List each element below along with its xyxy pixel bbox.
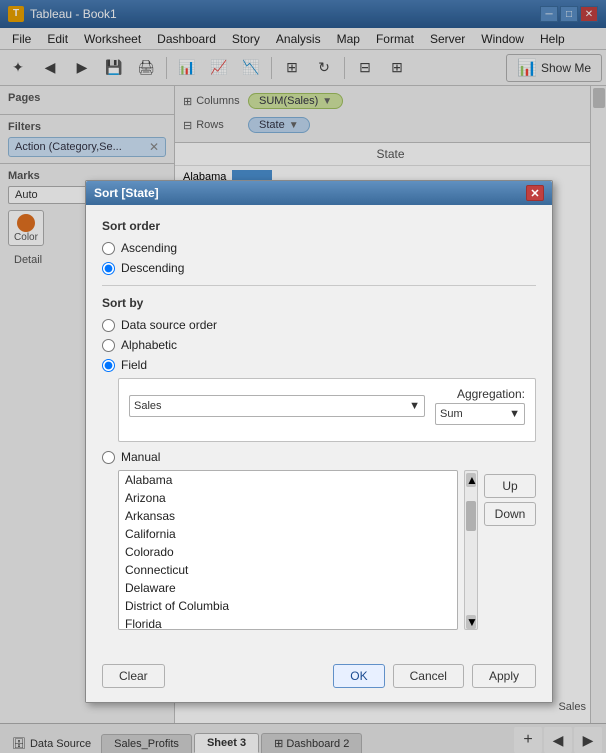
manual-radio-row: Manual — [102, 450, 536, 464]
alphabetic-label: Alphabetic — [121, 338, 177, 352]
dialog-footer: Clear OK Cancel Apply — [86, 654, 552, 702]
list-item[interactable]: Arkansas — [119, 507, 457, 525]
aggregation-value: Sum — [440, 408, 463, 420]
list-item[interactable]: District of Columbia — [119, 597, 457, 615]
dialog-overlay: Sort [State] ✕ Sort order Ascending Desc… — [0, 0, 606, 753]
cancel-button[interactable]: Cancel — [393, 664, 464, 688]
up-down-buttons: Up Down — [484, 470, 536, 630]
aggregation-group: Aggregation: Sum ▼ — [435, 387, 525, 425]
list-item[interactable]: Connecticut — [119, 561, 457, 579]
descending-radio-row: Descending — [102, 261, 536, 275]
ascending-radio[interactable] — [102, 242, 115, 255]
dialog-body: Sort order Ascending Descending Sort by … — [86, 205, 552, 654]
scroll-arrow-up: ▲ — [466, 473, 476, 487]
aggregation-label: Aggregation: — [457, 387, 525, 401]
list-item[interactable]: Colorado — [119, 543, 457, 561]
dialog-titlebar: Sort [State] ✕ — [86, 181, 552, 205]
descending-label: Descending — [121, 261, 184, 275]
scroll-thumb — [466, 501, 476, 531]
sort-order-section: Sort order Ascending Descending — [102, 219, 536, 275]
alphabetic-radio[interactable] — [102, 339, 115, 352]
field-label: Field — [121, 358, 147, 372]
field-subsection: Sales ▼ Aggregation: Sum ▼ — [118, 378, 536, 442]
dialog-close-button[interactable]: ✕ — [526, 185, 544, 201]
sort-dialog: Sort [State] ✕ Sort order Ascending Desc… — [85, 180, 553, 703]
aggregation-arrow: ▼ — [509, 408, 520, 420]
list-item[interactable]: Florida — [119, 615, 457, 630]
sort-by-section: Sort by Data source order Alphabetic Fie… — [102, 296, 536, 630]
aggregation-dropdown[interactable]: Sum ▼ — [435, 403, 525, 425]
data-source-order-label: Data source order — [121, 318, 217, 332]
field-radio-row: Field — [102, 358, 536, 372]
data-source-radio-row: Data source order — [102, 318, 536, 332]
descending-radio[interactable] — [102, 262, 115, 275]
ascending-label: Ascending — [121, 241, 177, 255]
dialog-title: Sort [State] — [94, 186, 159, 200]
field-selector-row: Sales ▼ Aggregation: Sum ▼ — [129, 387, 525, 425]
data-source-order-radio[interactable] — [102, 319, 115, 332]
alphabetic-radio-row: Alphabetic — [102, 338, 536, 352]
field-select-arrow: ▼ — [409, 400, 420, 412]
list-scrollbar[interactable]: ▲ ▼ — [464, 470, 478, 630]
list-item[interactable]: Arizona — [119, 489, 457, 507]
list-item[interactable]: Alabama — [119, 471, 457, 489]
sort-by-label: Sort by — [102, 296, 536, 310]
section-divider-1 — [102, 285, 536, 286]
apply-button[interactable]: Apply — [472, 664, 536, 688]
field-select-dropdown[interactable]: Sales ▼ — [129, 395, 425, 417]
manual-label: Manual — [121, 450, 160, 464]
down-button[interactable]: Down — [484, 502, 536, 526]
manual-radio[interactable] — [102, 451, 115, 464]
list-item[interactable]: California — [119, 525, 457, 543]
field-select-value: Sales — [134, 400, 162, 412]
field-radio[interactable] — [102, 359, 115, 372]
ascending-radio-row: Ascending — [102, 241, 536, 255]
manual-list[interactable]: Alabama Arizona Arkansas California Colo… — [118, 470, 458, 630]
footer-right-buttons: OK Cancel Apply — [333, 664, 536, 688]
list-item[interactable]: Delaware — [119, 579, 457, 597]
up-button[interactable]: Up — [484, 474, 536, 498]
ok-button[interactable]: OK — [333, 664, 384, 688]
scroll-arrow-down: ▼ — [466, 615, 476, 629]
clear-button[interactable]: Clear — [102, 664, 165, 688]
manual-list-container: Alabama Arizona Arkansas California Colo… — [118, 470, 536, 630]
sort-order-label: Sort order — [102, 219, 536, 233]
